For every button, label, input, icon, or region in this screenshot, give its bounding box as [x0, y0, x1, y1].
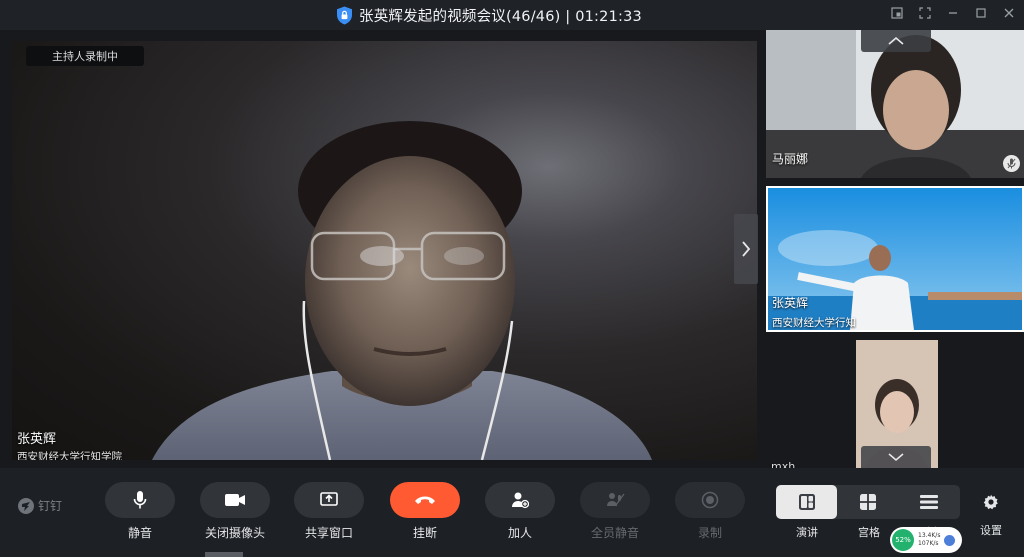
mute-all-pill[interactable]: [580, 482, 650, 518]
network-status-icon: [944, 534, 956, 546]
gear-icon: [983, 494, 998, 510]
hangup-label: 挂断: [412, 526, 437, 540]
layout-switcher: [776, 485, 960, 519]
chevron-up-icon: [888, 36, 904, 45]
network-speed: 13.4K/s 107K/s: [918, 532, 940, 548]
network-quality: 52%: [892, 529, 914, 551]
meeting-title: 张英辉发起的视频会议(46/46) | 01:21:33: [359, 8, 642, 25]
mic-muted-icon: [1003, 155, 1020, 172]
hangup-pill[interactable]: [390, 482, 460, 518]
title-group: 张英辉发起的视频会议(46/46) | 01:21:33: [336, 5, 642, 25]
participant-tile-active[interactable]: 张英辉 西安财经大学行知: [766, 186, 1024, 332]
title-bar: 张英辉发起的视频会议(46/46) | 01:21:33: [0, 0, 1024, 30]
recording-badge: 主持人录制中: [26, 46, 144, 66]
participant-name: 张英辉: [772, 296, 809, 310]
minimize-icon[interactable]: [946, 6, 960, 20]
record-label: 录制: [697, 526, 722, 540]
settings-label: 设置: [980, 524, 1002, 537]
settings-button[interactable]: 设置: [980, 494, 1002, 538]
dingtalk-brand: 钉钉: [18, 497, 62, 514]
network-indicator: 52% 13.4K/s 107K/s: [890, 527, 962, 553]
share-button[interactable]: 共享窗口: [294, 482, 364, 541]
microphone-icon: [133, 491, 147, 509]
bottom-strip: [205, 552, 243, 557]
close-icon[interactable]: [1002, 6, 1016, 20]
layout-grid-label: 宫格: [858, 526, 880, 539]
hangup-phone-icon: [415, 496, 435, 504]
speaker-layout-icon: [798, 494, 815, 510]
pin-window-icon[interactable]: [890, 6, 904, 20]
maximize-icon[interactable]: [974, 6, 988, 20]
grid-layout-icon: [859, 494, 876, 510]
add-user-icon: [512, 492, 529, 509]
share-pill[interactable]: [294, 482, 364, 518]
hangup-button[interactable]: 挂断: [390, 482, 460, 541]
layout-speaker-button[interactable]: [776, 485, 837, 519]
mute-all-label: 全员静音: [590, 526, 639, 540]
record-icon: [701, 491, 719, 509]
mute-all-button[interactable]: 全员静音: [580, 482, 650, 541]
record-pill[interactable]: [675, 482, 745, 518]
record-button[interactable]: 录制: [675, 482, 745, 541]
upload-speed: 13.4K/s: [918, 532, 941, 539]
share-label: 共享窗口: [304, 526, 353, 540]
camera-label: 关闭摄像头: [204, 526, 265, 540]
next-page-button[interactable]: [734, 214, 758, 284]
shield-lock-icon: [337, 6, 352, 24]
mute-pill[interactable]: [105, 482, 175, 518]
speaker-org: 西安财经大学行知学院: [17, 451, 122, 460]
fullscreen-icon[interactable]: [918, 6, 932, 20]
speaker-name: 张英辉: [17, 432, 57, 447]
layout-grid-button[interactable]: [837, 485, 898, 519]
speaker-video-frame: [152, 121, 652, 460]
mute-label: 静音: [127, 526, 152, 540]
participant-name: 马丽娜: [772, 152, 809, 166]
invite-label: 加人: [507, 526, 532, 540]
invite-pill[interactable]: [485, 482, 555, 518]
camera-button[interactable]: 关闭摄像头: [200, 482, 270, 541]
list-layout-icon: [919, 495, 938, 509]
scroll-down-button[interactable]: [861, 446, 931, 468]
camera-pill[interactable]: [200, 482, 270, 518]
main-speaker-video[interactable]: 主持人录制中 张英辉 西安财经大学行知学院: [12, 41, 757, 460]
download-speed: 107K/s: [918, 540, 939, 547]
participant-tile[interactable]: 马丽娜: [766, 30, 1024, 178]
chevron-down-icon: [888, 453, 904, 462]
participant-org: 西安财经大学行知: [772, 317, 856, 329]
invite-button[interactable]: 加人: [485, 482, 555, 541]
scroll-up-button[interactable]: [861, 30, 931, 52]
mute-button[interactable]: 静音: [105, 482, 175, 541]
video-camera-icon: [225, 494, 245, 506]
dingtalk-logo-icon: [18, 497, 34, 514]
layout-list-button[interactable]: [898, 485, 959, 519]
window-controls: [890, 6, 1016, 20]
share-screen-icon: [320, 492, 338, 506]
chevron-right-icon: [742, 241, 751, 257]
brand-label: 钉钉: [38, 499, 63, 513]
layout-speaker-label: 演讲: [796, 526, 818, 539]
mute-all-icon: [607, 493, 625, 506]
